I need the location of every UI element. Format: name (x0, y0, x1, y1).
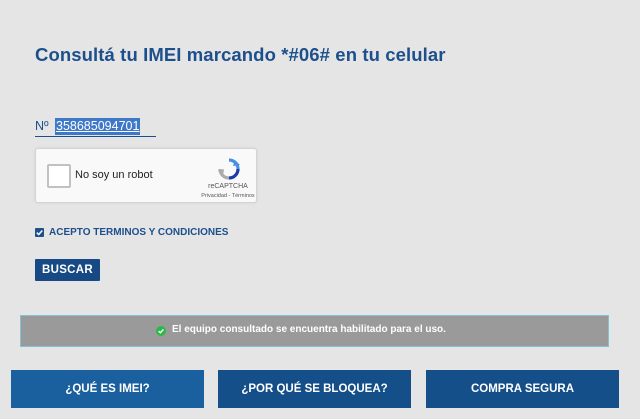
imei-prefix-label: Nº (35, 119, 49, 133)
recaptcha-links[interactable]: Privacidad - Términos (190, 193, 266, 199)
page-title: Consultá tu IMEI marcando *#06# en tu ce… (35, 44, 446, 65)
captcha-checkbox[interactable] (47, 164, 71, 188)
recaptcha-brand: reCAPTCHA (208, 183, 248, 190)
status-banner: El equipo consultado se encuentra habili… (20, 315, 609, 347)
nav-que-es-imei[interactable]: ¿QUÉ ES IMEI? (11, 370, 204, 408)
search-button[interactable]: BUSCAR (35, 259, 100, 281)
check-circle-icon (156, 326, 166, 336)
nav-compra-segura[interactable]: COMPRA SEGURA (426, 370, 619, 408)
status-message: El equipo consultado se encuentra habili… (172, 324, 446, 335)
recaptcha-widget: No soy un robot reCAPTCHA Privacidad - T… (35, 148, 257, 203)
terms-label[interactable]: ACEPTO TERMINOS Y CONDICIONES (49, 227, 228, 238)
captcha-label: No soy un robot (75, 169, 153, 181)
checkmark-icon (36, 229, 43, 236)
terms-checkbox[interactable] (35, 228, 44, 237)
imei-input-value[interactable]: 358685094701 (55, 118, 141, 135)
imei-field[interactable]: Nº 358685094701 (35, 118, 156, 137)
recaptcha-logo-icon (218, 158, 240, 180)
nav-por-que-se-bloquea[interactable]: ¿POR QUÉ SE BLOQUEA? (218, 370, 411, 408)
